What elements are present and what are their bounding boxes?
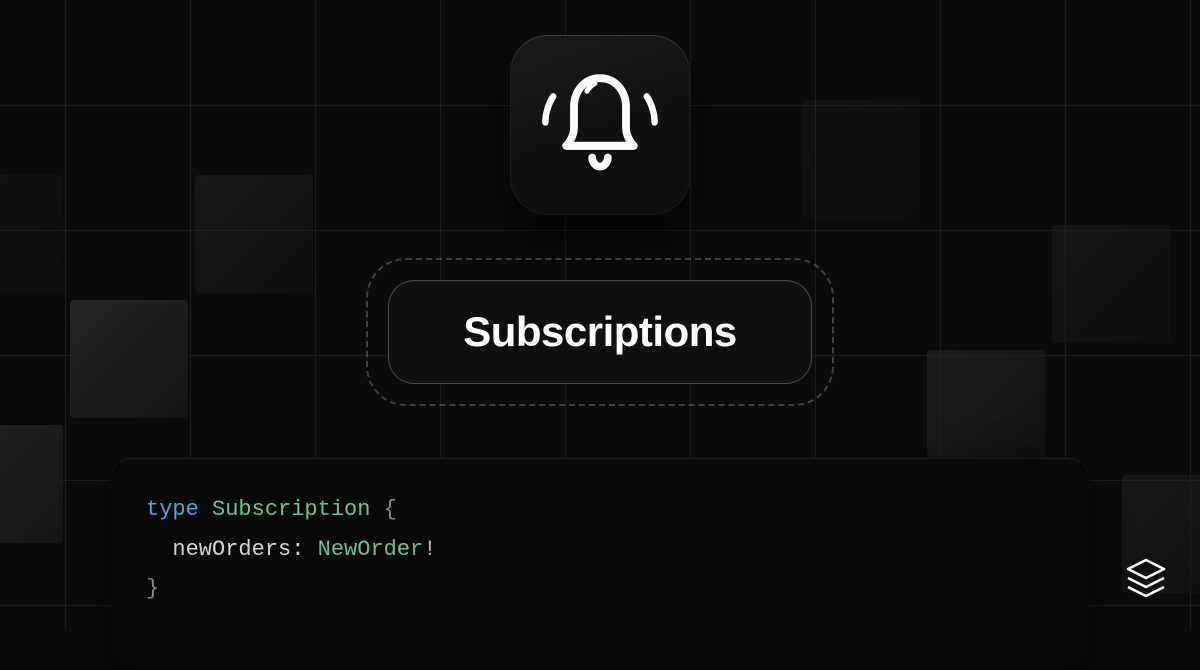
- decor-tile: [0, 425, 63, 543]
- decor-tile: [195, 175, 313, 293]
- hero-icon-tile: [510, 35, 690, 215]
- pill-button[interactable]: Subscriptions: [388, 280, 812, 384]
- bell-ringing-icon: [535, 60, 665, 190]
- decor-tile: [802, 100, 920, 218]
- code-keyword: type: [146, 497, 199, 522]
- code-field-name: newOrders: [172, 537, 291, 562]
- decor-tile: [70, 300, 188, 418]
- code-panel: type Subscription { newOrders: NewOrder!…: [110, 458, 1090, 670]
- code-line-3: }: [146, 569, 1054, 609]
- stack-logo-icon: [1122, 554, 1170, 602]
- code-close-brace: }: [146, 576, 159, 601]
- code-bang: !: [423, 537, 436, 562]
- pill-outer-dashed: Subscriptions: [366, 258, 834, 406]
- decor-tile: [927, 350, 1045, 468]
- code-field-type: NewOrder: [318, 537, 424, 562]
- decor-tile: [1052, 225, 1170, 343]
- code-line-1: type Subscription {: [146, 490, 1054, 530]
- decor-tile: [0, 175, 63, 293]
- code-typename: Subscription: [212, 497, 370, 522]
- code-line-2: newOrders: NewOrder!: [146, 530, 1054, 570]
- code-colon: :: [291, 537, 304, 562]
- pill-label: Subscriptions: [463, 308, 737, 356]
- code-open-brace: {: [384, 497, 397, 522]
